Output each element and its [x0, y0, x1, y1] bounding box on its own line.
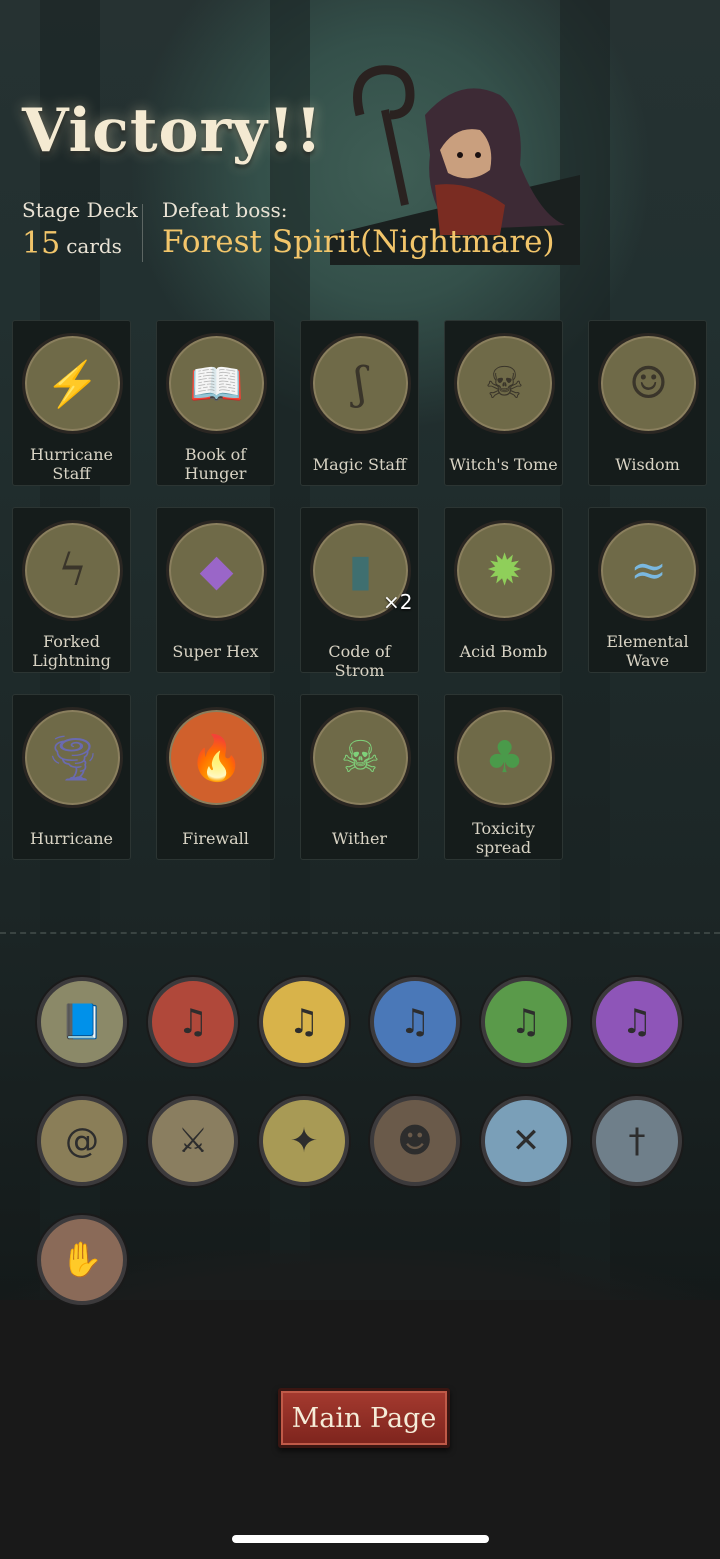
victory-title: Victory!! — [22, 96, 323, 166]
card-name: Hurricane — [30, 829, 113, 848]
boss-name: Forest Spirit(Nightmare) — [162, 224, 555, 260]
whirlwind-icon[interactable]: @ — [37, 1096, 127, 1186]
acid-bomb-icon: ✹ — [454, 520, 555, 621]
card-name: Firewall — [182, 829, 249, 848]
card[interactable]: ♣ Toxicity spread — [444, 694, 563, 860]
card[interactable]: ☠ Witch's Tome — [444, 320, 563, 486]
card[interactable]: ☺ Wisdom — [588, 320, 707, 486]
tornado-icon: 🌪 — [22, 707, 123, 808]
card-name: Wither — [331, 829, 388, 848]
sword-slash-icon[interactable]: ⚔ — [148, 1096, 238, 1186]
singing-skull-red-icon[interactable]: ♫ — [148, 977, 238, 1067]
home-indicator[interactable] — [232, 1535, 489, 1543]
lightning-icon: ϟ — [22, 520, 123, 621]
deck-count-number: 15 — [22, 226, 61, 261]
old-wizard-icon: ☺ — [598, 333, 699, 434]
card[interactable]: 🔥 Firewall — [156, 694, 275, 860]
section-divider — [0, 932, 720, 934]
card[interactable]: ʃ Magic Staff — [300, 320, 419, 486]
crossed-staffs-icon[interactable]: ✕ — [481, 1096, 571, 1186]
card-name: Witch's Tome — [449, 455, 558, 474]
card-name: Forked Lightning — [32, 632, 111, 670]
card[interactable]: ⚡ Hurricane Staff — [12, 320, 131, 486]
dagger-icon[interactable]: † — [592, 1096, 682, 1186]
main-page-button[interactable]: Main Page — [278, 1388, 450, 1448]
card-name: Toxicity spread — [472, 819, 535, 857]
staff-lightning-icon: ⚡ — [22, 333, 123, 434]
card-name: Acid Bomb — [459, 642, 548, 661]
skull-tome-icon: ☠ — [454, 333, 555, 434]
stage-deck-label: Stage Deck — [22, 198, 138, 222]
card[interactable]: ◆ Super Hex — [156, 507, 275, 673]
magic-staff-icon: ʃ — [310, 333, 411, 434]
hunger-book-icon: 📖 — [166, 333, 267, 434]
glowing-book-icon[interactable]: ✦ — [259, 1096, 349, 1186]
card[interactable]: ✹ Acid Bomb — [444, 507, 563, 673]
card-count: ×2 — [383, 590, 413, 614]
card[interactable]: ▮ ×2 Code of Strom — [300, 507, 419, 680]
card-name: Magic Staff — [312, 455, 407, 474]
header-divider — [142, 204, 143, 262]
card-name: Book of Hunger — [184, 445, 247, 483]
card-name: Super Hex — [172, 642, 259, 661]
vampire-icon[interactable]: ☻ — [370, 1096, 460, 1186]
card[interactable]: ☠ Wither — [300, 694, 419, 860]
card-name: Code of Strom — [328, 642, 391, 680]
card[interactable]: ≈ Elemental Wave — [588, 507, 707, 673]
defeat-boss-label: Defeat boss: — [162, 198, 288, 222]
fire-wall-icon: 🔥 — [166, 707, 267, 808]
card[interactable]: 🌪 Hurricane — [12, 694, 131, 860]
singing-skull-yellow-icon[interactable]: ♫ — [259, 977, 349, 1067]
card-name: Hurricane Staff — [30, 445, 113, 483]
purple-crystal-icon: ◆ — [166, 520, 267, 621]
card[interactable]: ϟ Forked Lightning — [12, 507, 131, 673]
withered-skull-icon: ☠ — [310, 707, 411, 808]
toxic-figure-icon: ♣ — [454, 707, 555, 808]
bloody-hands-icon[interactable]: ✋ — [37, 1215, 127, 1305]
card[interactable]: 📖 Book of Hunger — [156, 320, 275, 486]
card-name: Elemental Wave — [606, 632, 689, 670]
elemental-wave-icon: ≈ — [598, 520, 699, 621]
spellbook-eyes-icon[interactable]: 📘 — [37, 977, 127, 1067]
singing-skull-green-icon[interactable]: ♫ — [481, 977, 571, 1067]
deck-count-unit: cards — [66, 234, 122, 258]
deck-count: 15 cards — [22, 226, 122, 261]
card-name: Wisdom — [615, 455, 680, 474]
singing-skull-purple-icon[interactable]: ♫ — [592, 977, 682, 1067]
singing-skull-blue-icon[interactable]: ♫ — [370, 977, 460, 1067]
